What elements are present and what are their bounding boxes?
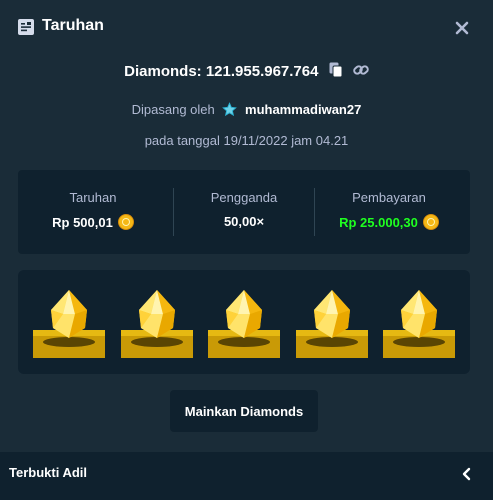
stat-payout-value: Rp 25.000,30: [314, 214, 464, 230]
modal-header: Taruhan: [0, 0, 493, 56]
stat-bet-value: Rp 500,01: [18, 214, 168, 230]
gem-tile: [383, 286, 461, 360]
bet-date: pada tanggal 19/11/2022 jam 04.21: [144, 133, 349, 148]
gem-tile: [295, 286, 374, 360]
placed-by-label: Dipasang oleh: [131, 102, 215, 117]
yellow-gem-icon: [33, 290, 105, 358]
gem-tile: [120, 286, 199, 360]
yellow-gem-icon: [120, 290, 193, 358]
play-diamonds-button[interactable]: Mainkan Diamonds: [170, 390, 318, 432]
coin-icon: [422, 214, 439, 230]
stat-bet-amount: Rp 500,01: [52, 215, 113, 230]
bet-stats-panel: Taruhan Rp 500,01 Pengganda 50,00× Pemba…: [18, 170, 470, 254]
stat-multiplier: Pengganda 50,00×: [169, 170, 319, 254]
stat-bet-label: Taruhan: [69, 190, 117, 205]
coin-icon: [117, 214, 134, 230]
yellow-gem-icon: [295, 290, 368, 358]
provably-fair-section[interactable]: Terbukti Adil: [0, 452, 493, 500]
stat-multiplier-value: 50,00×: [223, 214, 265, 229]
copy-icon[interactable]: [329, 62, 343, 82]
modal-title: Taruhan: [42, 17, 104, 34]
stat-payout: Pembayaran Rp 25.000,30: [314, 170, 464, 254]
stat-payout-amount: Rp 25.000,30: [339, 215, 418, 230]
provably-fair-label: Terbukti Adil: [9, 465, 87, 480]
placed-by-line: Dipasang oleh muhammadiwan27: [0, 102, 493, 120]
game-result-text: Diamonds: 121.955.967.764: [124, 62, 319, 80]
yellow-gem-icon: [383, 290, 455, 358]
stat-bet: Taruhan Rp 500,01: [18, 170, 168, 254]
yellow-gem-icon: [208, 290, 280, 358]
gem-tile: [33, 286, 111, 360]
vip-star-icon: [222, 102, 238, 120]
link-icon[interactable]: [353, 62, 369, 82]
chevron-left-icon[interactable]: [460, 466, 474, 482]
stat-multiplier-label: Pengganda: [210, 190, 278, 205]
stat-payout-label: Pembayaran: [352, 190, 426, 205]
close-icon[interactable]: [452, 18, 472, 38]
game-result-line: Diamonds: 121.955.967.764: [0, 62, 493, 82]
gems-result-panel: [18, 270, 470, 374]
gem-tile: [208, 286, 286, 360]
username-link[interactable]: muhammadiwan27: [245, 102, 361, 117]
receipt-icon: [18, 19, 34, 35]
